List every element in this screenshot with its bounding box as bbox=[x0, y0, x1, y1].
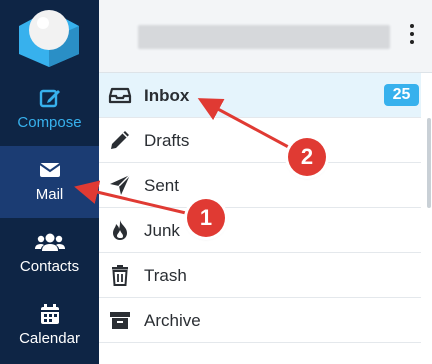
compose-icon bbox=[39, 89, 60, 108]
send-icon bbox=[110, 174, 131, 195]
archive-icon bbox=[110, 312, 130, 329]
folder-drafts[interactable]: Drafts bbox=[99, 118, 421, 163]
folder-junk-label: Junk bbox=[144, 221, 180, 240]
folder-junk[interactable]: Junk bbox=[99, 208, 421, 253]
folder-sent[interactable]: Sent bbox=[99, 163, 421, 208]
inbox-icon bbox=[108, 87, 132, 104]
pencil-icon bbox=[111, 131, 129, 149]
contacts-icon bbox=[34, 233, 65, 251]
header bbox=[99, 0, 432, 73]
nav-mail[interactable]: Mail bbox=[0, 146, 99, 218]
folder-inbox[interactable]: Inbox 25 bbox=[99, 73, 421, 118]
nav-calendar-label: Calendar bbox=[19, 330, 80, 347]
folder-sent-label: Sent bbox=[144, 176, 179, 195]
nav-compose-label: Compose bbox=[17, 114, 82, 131]
fire-icon bbox=[113, 220, 127, 240]
folder-list: Inbox 25 Drafts Sent Junk Trash Archive bbox=[99, 73, 432, 364]
annotation-step-1: 1 bbox=[187, 199, 225, 237]
more-options-icon[interactable] bbox=[407, 24, 417, 48]
nav-calendar[interactable]: Calendar bbox=[0, 290, 99, 362]
unread-count-badge: 25 bbox=[384, 84, 419, 106]
folder-trash[interactable]: Trash bbox=[99, 253, 421, 298]
folder-trash-label: Trash bbox=[144, 266, 187, 285]
nav-compose[interactable]: Compose bbox=[0, 74, 99, 146]
mail-icon bbox=[38, 163, 61, 177]
sidebar: Compose Mail Contacts Calendar bbox=[0, 0, 99, 364]
nav-mail-label: Mail bbox=[35, 186, 64, 203]
trash-icon bbox=[112, 265, 128, 286]
logo bbox=[19, 10, 79, 67]
calendar-icon bbox=[40, 304, 59, 324]
folder-inbox-label: Inbox bbox=[144, 86, 190, 105]
nav-contacts-label: Contacts bbox=[19, 258, 80, 275]
folder-archive-label: Archive bbox=[144, 311, 201, 330]
nav-contacts[interactable]: Contacts bbox=[0, 218, 99, 290]
account-title-redacted bbox=[138, 25, 390, 49]
annotation-step-2: 2 bbox=[288, 138, 326, 176]
folder-list-scrollbar[interactable] bbox=[427, 118, 431, 208]
folder-drafts-label: Drafts bbox=[144, 131, 190, 150]
folder-archive[interactable]: Archive bbox=[99, 298, 421, 343]
